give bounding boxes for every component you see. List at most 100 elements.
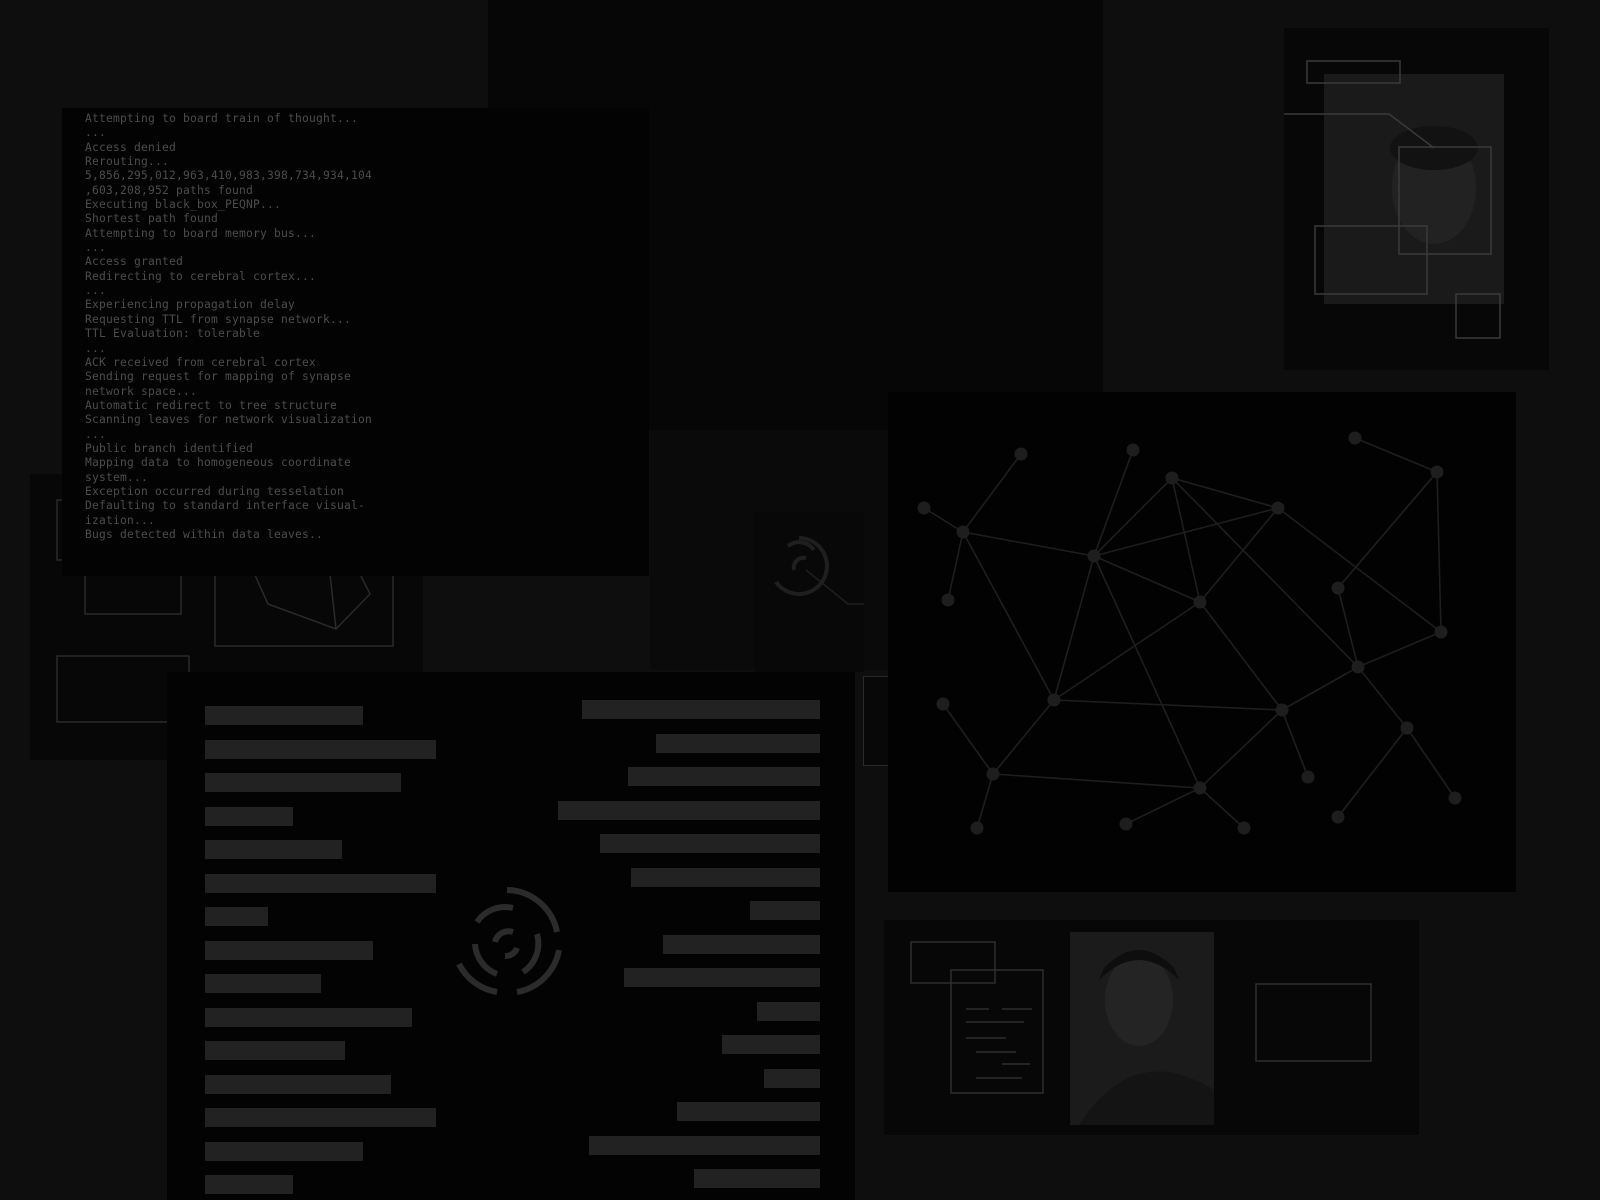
network-node <box>1087 549 1101 563</box>
network-edge <box>1171 477 1201 603</box>
network-node <box>1193 781 1207 795</box>
network-edge <box>1093 449 1134 557</box>
histogram-bar-right <box>627 767 820 786</box>
network-edge <box>1406 727 1456 799</box>
network-node <box>986 767 1000 781</box>
network-edge <box>1053 555 1095 701</box>
terminal-line: Experiencing propagation delay <box>85 298 296 312</box>
terminal-line: Access granted <box>85 255 184 269</box>
terminal-line: Attempting to board train of thought... <box>85 112 359 125</box>
network-edge <box>1199 601 1283 711</box>
histogram-bar-right <box>757 1001 820 1021</box>
histogram-bar-right <box>764 1068 820 1088</box>
terminal-line: Redirecting to cerebral cortex... <box>85 269 317 283</box>
network-edge <box>1357 631 1442 668</box>
network-edge <box>923 507 964 533</box>
wire-rect <box>1255 983 1372 1062</box>
terminal-line: Executing black_box_PEQNP... <box>85 198 282 212</box>
histogram-bar-left <box>205 773 401 792</box>
histogram-bar-right <box>582 700 820 719</box>
terminal-line: ... <box>85 284 107 298</box>
network-node <box>1331 581 1345 595</box>
histogram-bar-right <box>599 834 820 853</box>
network-node <box>1126 443 1140 457</box>
network-edge <box>1093 555 1201 603</box>
histogram-bar-left <box>205 873 436 893</box>
terminal-line: ization... <box>85 513 156 527</box>
network-node <box>1047 693 1061 707</box>
terminal-window: Attempting to board train of thought....… <box>62 108 649 576</box>
histogram-bar-right <box>655 733 820 753</box>
portrait-wireframe <box>1284 60 1504 339</box>
histogram-bar-right <box>722 1035 820 1054</box>
network-node <box>956 525 970 539</box>
network-edge <box>1337 727 1408 818</box>
histogram-bar-right <box>676 1102 820 1121</box>
network-graph <box>917 431 1462 835</box>
network-edge <box>1337 471 1438 589</box>
histogram-bar-left <box>205 1041 345 1060</box>
histogram-bar-left <box>205 1141 363 1161</box>
network-node <box>936 697 950 711</box>
network-edge <box>962 531 1055 701</box>
network-node <box>1434 625 1448 639</box>
histogram-bar-right <box>589 1135 820 1155</box>
histogram-bar-left <box>205 1007 412 1027</box>
terminal-line: ... <box>85 126 107 140</box>
histogram-bar-right <box>624 968 820 987</box>
terminal-line: ... <box>85 241 107 255</box>
wire-rect <box>910 941 996 984</box>
network-node <box>1271 501 1285 515</box>
wire-rect <box>863 676 889 766</box>
network-node <box>1331 810 1345 824</box>
network-edge <box>1436 471 1442 633</box>
network-node <box>1301 770 1315 784</box>
network-node <box>1014 447 1028 461</box>
network-edge <box>1199 507 1279 603</box>
network-edge <box>1093 477 1173 557</box>
terminal-line: Attempting to board memory bus... <box>85 226 317 240</box>
network-graph-panel <box>888 392 1516 892</box>
network-node <box>1448 791 1462 805</box>
terminal-line: Access denied <box>85 140 177 154</box>
network-node <box>1119 817 1133 831</box>
network-node <box>1275 703 1289 717</box>
network-edge <box>992 699 1055 775</box>
terminal-line: Requesting TTL from synapse network... <box>85 312 352 326</box>
network-edge <box>1337 587 1359 668</box>
histogram-panel <box>167 672 855 1200</box>
terminal-line: Shortest path found <box>85 212 219 226</box>
network-edge <box>1281 666 1359 711</box>
desktop-background: Attempting to board train of thought....… <box>0 0 1600 1200</box>
terminal-line: network space... <box>85 384 198 398</box>
terminal-line: Sending request for mapping of synapse <box>85 370 352 384</box>
network-node <box>1348 431 1362 445</box>
network-edge <box>1354 437 1438 473</box>
histogram-bar-right <box>694 1169 820 1188</box>
terminal-line: ... <box>85 341 107 355</box>
wireframe-panel-middle <box>754 512 864 672</box>
network-edge <box>942 703 994 775</box>
network-edge <box>1053 601 1201 701</box>
network-node <box>1400 721 1414 735</box>
portrait-face <box>1105 954 1173 1046</box>
network-edge <box>1171 477 1279 509</box>
network-edge <box>1199 787 1245 829</box>
network-edge <box>1093 507 1279 557</box>
network-node <box>1430 465 1444 479</box>
histogram-bar-left <box>205 1108 436 1127</box>
histogram-bar-left <box>205 940 373 960</box>
network-node <box>970 821 984 835</box>
histogram-bar-left <box>205 840 342 859</box>
network-node <box>917 501 931 515</box>
document-icon <box>950 969 1044 1094</box>
terminal-line: TTL Evaluation: tolerable <box>85 327 261 341</box>
network-edge <box>947 531 964 601</box>
histogram-bar-left <box>205 739 436 759</box>
network-edge <box>1357 666 1408 729</box>
network-node <box>1165 471 1179 485</box>
network-node <box>1237 821 1251 835</box>
network-edge <box>1277 507 1442 633</box>
terminal-line: Rerouting... <box>85 155 170 169</box>
histogram-bar-left <box>205 907 268 926</box>
